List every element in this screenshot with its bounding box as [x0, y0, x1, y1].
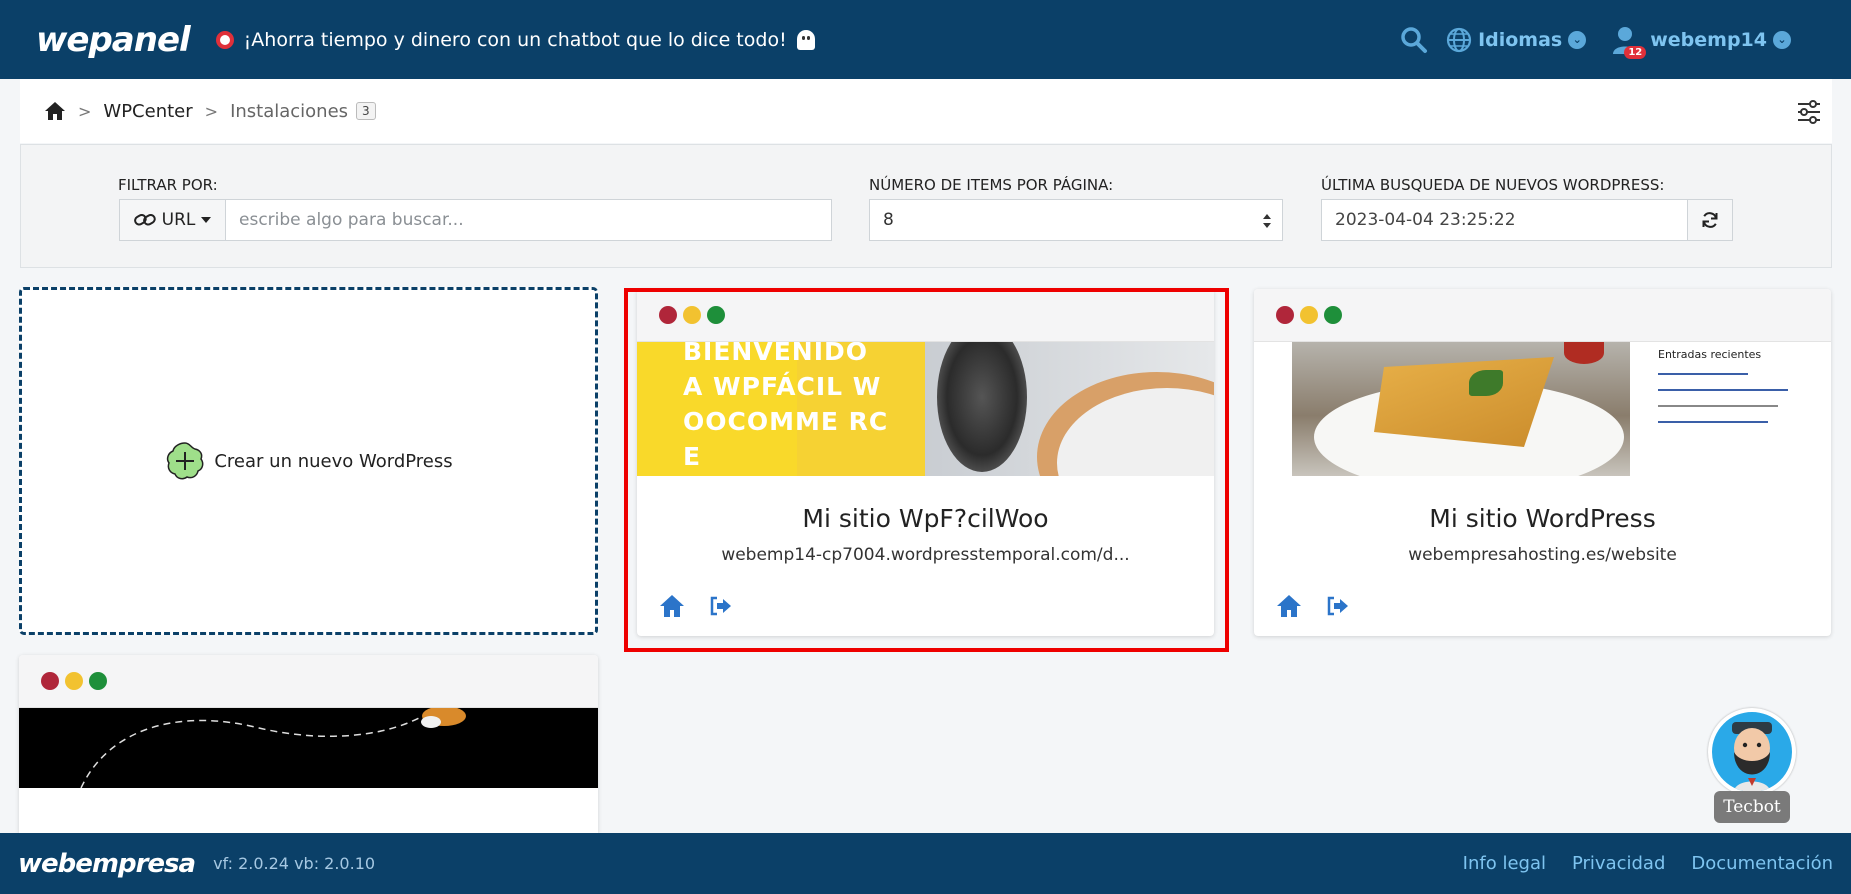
items-per-page-select[interactable]: 8 — [869, 199, 1283, 241]
refresh-icon — [1702, 212, 1718, 228]
site-card[interactable] — [19, 655, 598, 833]
tecbot-chat-launcher[interactable]: Tecbot — [1706, 708, 1796, 824]
wepanel-logo[interactable]: wepanel — [36, 20, 191, 60]
ghost-icon — [796, 29, 815, 50]
breadcrumb-wpcenter[interactable]: WPCenter — [103, 101, 192, 122]
tecbot-label: Tecbot — [1714, 791, 1790, 823]
chevron-down-icon: ⌄ — [1568, 30, 1587, 49]
window-dot-green — [89, 672, 107, 690]
notification-badge: 12 — [1624, 45, 1647, 59]
languages-dropdown[interactable]: Idiomas ⌄ — [1446, 27, 1587, 53]
browser-window-bar — [1254, 289, 1831, 342]
refresh-button[interactable] — [1687, 199, 1733, 241]
user-icon: 12 — [1612, 25, 1647, 59]
filter-panel: FILTRAR POR: URL escribe algo para busca… — [20, 144, 1832, 268]
login-icon[interactable] — [1326, 595, 1350, 617]
promo-text[interactable]: ¡Ahorra tiempo y dinero con un chatbot q… — [244, 29, 787, 51]
window-dot-red — [41, 672, 59, 690]
last-search-value: 2023-04-04 23:25:22 — [1335, 210, 1516, 230]
search-icon[interactable] — [1400, 26, 1428, 54]
promo-banner[interactable]: ¡Ahorra tiempo y dinero con un chatbot q… — [215, 29, 815, 51]
sliders-settings-icon[interactable] — [1796, 99, 1822, 125]
globe-icon — [1446, 27, 1472, 52]
username-label: webemp14 — [1650, 28, 1767, 51]
site-url[interactable]: webempresahosting.es/website — [1254, 545, 1831, 565]
selection-highlight — [624, 288, 1229, 652]
plus-icon — [167, 442, 204, 480]
languages-label: Idiomas — [1478, 28, 1563, 51]
site-card[interactable]: Entradas recientes Mi sitio WordPress we… — [1254, 289, 1831, 636]
recent-posts-title: Entradas recientes — [1658, 348, 1762, 361]
link-icon — [133, 214, 156, 226]
user-menu[interactable]: 12 webemp14 ⌄ — [1612, 25, 1791, 59]
create-wordpress-label: Crear un nuevo WordPress — [214, 450, 453, 472]
version-info: vf: 2.0.24 vb: 2.0.10 — [213, 854, 376, 873]
site-thumbnail: Entradas recientes — [1254, 342, 1831, 476]
top-navbar: wepanel ¡Ahorra tiempo y dinero con un c… — [0, 0, 1851, 79]
tecbot-avatar — [1708, 708, 1796, 796]
footer-link-info-legal[interactable]: Info legal — [1463, 853, 1546, 874]
home-icon[interactable] — [44, 101, 66, 121]
breadcrumb-separator: > — [204, 101, 219, 121]
home-icon[interactable] — [1276, 594, 1302, 618]
footer: webempresa vf: 2.0.24 vb: 2.0.10 Info le… — [0, 833, 1851, 894]
chevron-down-icon: ⌄ — [1773, 30, 1791, 49]
breadcrumb-separator: > — [78, 101, 92, 121]
window-dot-yellow — [65, 672, 83, 690]
window-dot-green — [1324, 306, 1342, 324]
search-placeholder: escribe algo para buscar... — [239, 210, 464, 230]
site-thumbnail — [19, 708, 598, 788]
webempresa-logo: webempresa — [18, 848, 196, 879]
browser-window-bar — [19, 655, 598, 708]
items-per-page-value: 8 — [883, 210, 894, 230]
footer-link-documentacion[interactable]: Documentación — [1691, 853, 1833, 874]
filter-type-dropdown[interactable]: URL — [119, 199, 226, 241]
filter-type-label: URL — [161, 210, 196, 230]
breadcrumb: > WPCenter > Instalaciones 3 — [20, 79, 1832, 143]
target-icon — [215, 30, 234, 49]
items-per-page-label: NÚMERO DE ITEMS POR PÁGINA: — [869, 176, 1114, 194]
last-search-field: 2023-04-04 23:25:22 — [1321, 199, 1688, 241]
footer-link-privacidad[interactable]: Privacidad — [1572, 853, 1665, 874]
window-dot-yellow — [1300, 306, 1318, 324]
breadcrumb-current: Instalaciones — [230, 100, 349, 122]
create-wordpress-card[interactable]: Crear un nuevo WordPress — [19, 287, 598, 635]
window-dot-red — [1276, 306, 1294, 324]
filter-label: FILTRAR POR: — [118, 176, 218, 194]
site-title[interactable]: Mi sitio WordPress — [1254, 504, 1831, 533]
search-input[interactable]: escribe algo para buscar... — [225, 199, 832, 241]
caret-down-icon — [201, 217, 212, 223]
sort-arrows-icon — [1263, 214, 1271, 228]
installations-count-badge: 3 — [356, 102, 376, 120]
last-search-label: ÚLTIMA BUSQUEDA DE NUEVOS WORDPRESS: — [1321, 176, 1665, 194]
